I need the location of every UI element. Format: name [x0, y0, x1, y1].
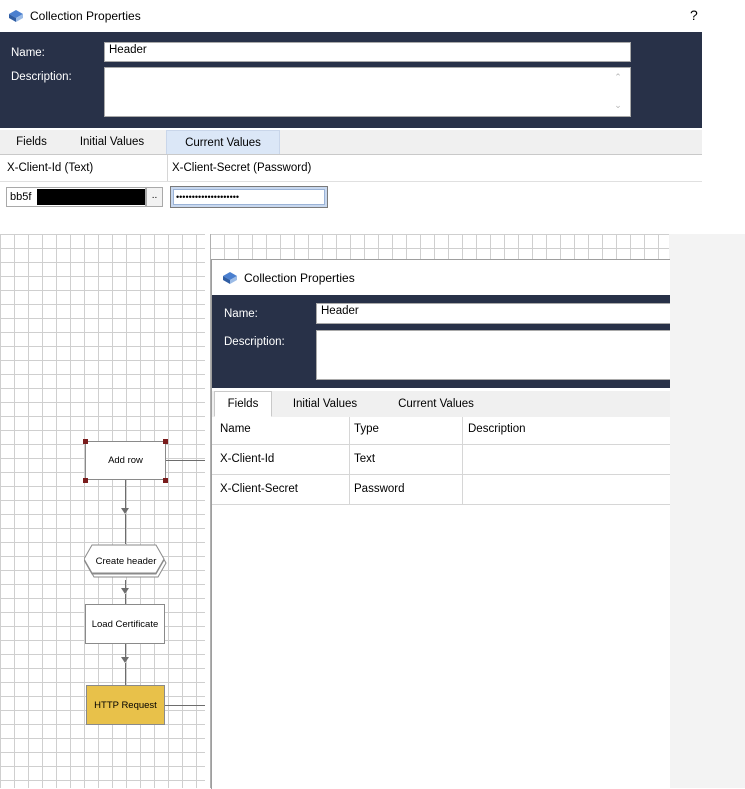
client-secret-value: •••••••••••••••••••• — [173, 189, 325, 205]
help-button[interactable]: ? — [690, 7, 698, 23]
client-secret-input[interactable]: •••••••••••••••••••• — [170, 186, 328, 208]
inner-dialog: Collection Properties Name: Header Descr… — [211, 259, 670, 789]
values-row-bg — [0, 181, 702, 182]
inner-name-input[interactable]: Header — [316, 303, 670, 324]
description-input[interactable] — [104, 67, 631, 117]
inner-dialog-header: Name: Header Description: — [212, 295, 670, 388]
row-type: Text — [354, 453, 376, 465]
selection-handle[interactable] — [163, 439, 168, 444]
description-scroll-down[interactable]: ⌄ — [611, 100, 625, 112]
connector-line — [125, 480, 126, 510]
top-dialog: Collection Properties ? Name: Header Des… — [0, 0, 702, 234]
flow-node-http-request[interactable]: HTTP Request — [86, 685, 165, 725]
table-header-name: Name — [220, 423, 251, 435]
tab-current-values[interactable]: Current Values — [166, 130, 280, 154]
row-name: X-Client-Id — [220, 453, 275, 465]
inner-tab-initial-values[interactable]: Initial Values — [276, 391, 374, 417]
top-tab-row: Fields Initial Values Current Values — [0, 130, 702, 155]
tab-initial-values[interactable]: Initial Values — [62, 130, 162, 154]
client-id-browse-button[interactable]: .. — [146, 187, 163, 207]
name-input[interactable]: Header — [104, 42, 631, 62]
inner-description-label: Description: — [224, 336, 285, 348]
column-header-client-id: X-Client-Id (Text) — [7, 162, 94, 174]
table-header-description: Description — [468, 423, 526, 435]
collection-icon — [223, 272, 237, 284]
selection-handle[interactable] — [83, 478, 88, 483]
connector-line — [125, 594, 126, 604]
column-divider — [167, 155, 168, 181]
flow-node-create-header[interactable]: Create header — [88, 556, 164, 567]
selection-handle[interactable] — [163, 478, 168, 483]
table-row[interactable]: X-Client-Secret Password — [212, 475, 670, 504]
column-header-client-secret: X-Client-Secret (Password) — [172, 162, 312, 174]
inner-tab-current-values[interactable]: Current Values — [378, 391, 494, 417]
table-header-type: Type — [354, 423, 379, 435]
client-id-value: bb5f — [10, 191, 32, 203]
top-dialog-header: Name: Header Description: ⌃ ⌄ — [0, 32, 702, 128]
collection-icon — [9, 10, 23, 22]
inner-description-input[interactable] — [316, 330, 670, 380]
description-scroll-up[interactable]: ⌃ — [611, 72, 625, 84]
top-dialog-titlebar: Collection Properties ? — [0, 0, 702, 32]
table-divider — [212, 504, 670, 505]
inner-dialog-left-edge — [205, 234, 211, 788]
client-id-input[interactable]: bb5f — [6, 187, 146, 207]
inner-dialog-titlebar: Collection Properties — [212, 260, 670, 295]
connector-line — [125, 644, 126, 658]
description-label: Description: — [11, 71, 72, 83]
fields-table: Name Type Description X-Client-Id Text X… — [212, 417, 670, 789]
redaction-bar — [37, 189, 145, 205]
inner-tab-row: Fields Initial Values Current Values — [212, 391, 670, 418]
name-label: Name: — [11, 47, 45, 59]
row-name: X-Client-Secret — [220, 483, 298, 495]
top-dialog-title: Collection Properties — [30, 9, 141, 23]
selection-handle[interactable] — [83, 439, 88, 444]
flow-node-load-certificate[interactable]: Load Certificate — [85, 604, 165, 644]
right-margin — [669, 234, 745, 788]
flow-node-add-row[interactable]: Add row — [85, 441, 166, 480]
connector-line — [125, 514, 126, 544]
tab-fields[interactable]: Fields — [4, 130, 59, 154]
inner-tab-fields[interactable]: Fields — [214, 391, 272, 417]
inner-name-label: Name: — [224, 308, 258, 320]
row-type: Password — [354, 483, 405, 495]
inner-dialog-title: Collection Properties — [244, 271, 355, 285]
connector-line — [125, 663, 126, 685]
table-row[interactable]: X-Client-Id Text — [212, 445, 670, 474]
